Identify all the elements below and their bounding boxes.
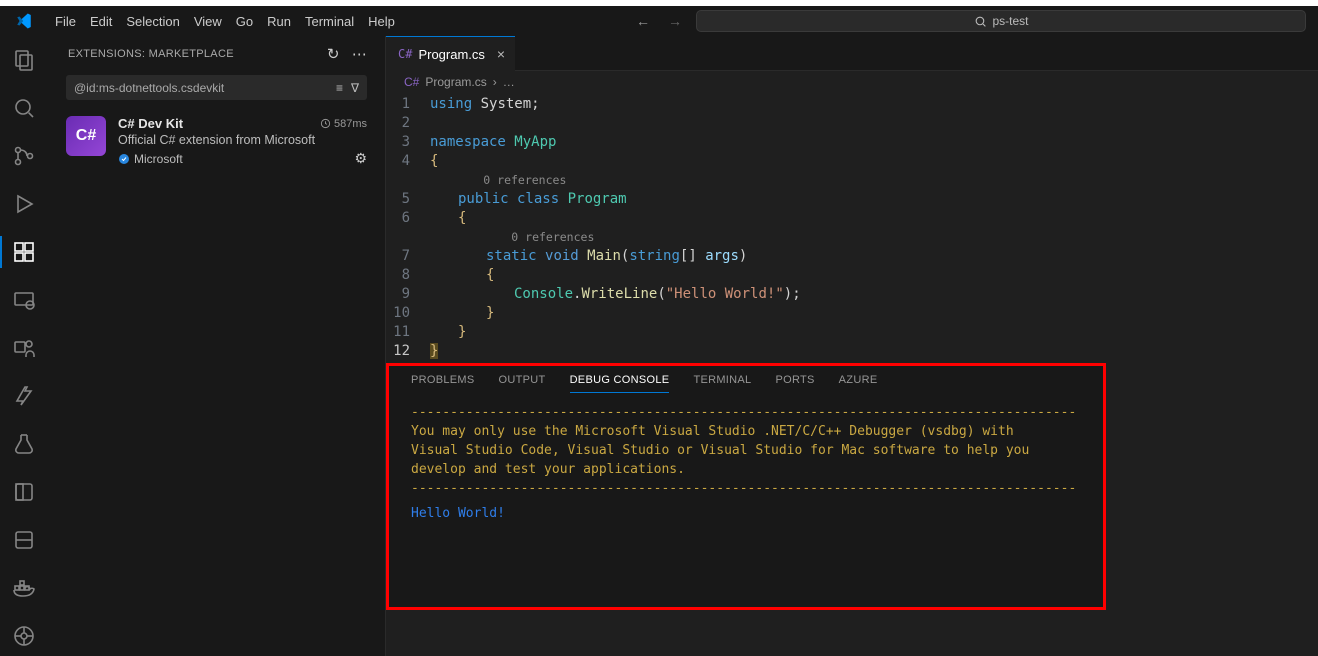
- search-icon: [974, 15, 987, 28]
- breadcrumb-more: …: [503, 75, 515, 89]
- activity-testing-icon[interactable]: [0, 428, 48, 460]
- menu-edit[interactable]: Edit: [83, 6, 119, 36]
- activity-teams-icon[interactable]: [0, 332, 48, 364]
- tab-label: Program.cs: [418, 47, 484, 62]
- panel-tab-debug-console[interactable]: DEBUG CONSOLE: [570, 374, 670, 393]
- panel-tab-terminal[interactable]: TERMINAL: [693, 374, 751, 393]
- codelens-references[interactable]: 0 references: [483, 173, 566, 187]
- activity-explorer-icon[interactable]: [0, 44, 48, 76]
- editor-group: C# Program.cs × C# Program.cs › … 1using…: [386, 36, 1318, 656]
- program-output-line: Hello World!: [411, 504, 1081, 523]
- more-icon[interactable]: ⋯: [352, 45, 367, 63]
- extension-activation-time: 587ms: [320, 118, 367, 130]
- panel-tabs: PROBLEMS OUTPUT DEBUG CONSOLE TERMINAL P…: [389, 366, 1103, 393]
- activity-docker-icon[interactable]: [0, 572, 48, 604]
- sidebar-extensions: EXTENSIONS: MARKETPLACE ↻ ⋯ @id:ms-dotne…: [48, 36, 386, 656]
- clear-search-icon[interactable]: ≡: [336, 81, 343, 95]
- menu-view[interactable]: View: [187, 6, 229, 36]
- activity-kubernetes-icon[interactable]: [0, 620, 48, 652]
- sidebar-title: EXTENSIONS: MARKETPLACE: [68, 48, 234, 60]
- vscode-logo-icon: [0, 12, 48, 30]
- extension-publisher: Microsoft: [134, 152, 183, 166]
- filter-icon[interactable]: ∇: [351, 81, 359, 95]
- extension-title: C# Dev Kit: [118, 116, 183, 131]
- panel-tab-ports[interactable]: PORTS: [775, 374, 814, 393]
- code-editor[interactable]: 1using System; 2 3namespace MyApp 4{ 0 r…: [386, 93, 1318, 361]
- menu-run[interactable]: Run: [260, 6, 298, 36]
- command-center-text: ps-test: [993, 14, 1029, 28]
- titlebar: File Edit Selection View Go Run Terminal…: [0, 6, 1318, 36]
- activity-source-control-icon[interactable]: [0, 140, 48, 172]
- activity-extensions-icon[interactable]: [0, 236, 48, 268]
- breadcrumb-file: Program.cs: [425, 75, 486, 89]
- activity-search-icon[interactable]: [0, 92, 48, 124]
- extensions-search-value: @id:ms-dotnettools.csdevkit: [74, 81, 224, 95]
- csharp-file-icon: C#: [404, 75, 419, 89]
- editor-tabs: C# Program.cs ×: [386, 36, 1318, 71]
- panel-tab-azure[interactable]: AZURE: [839, 374, 878, 393]
- menu-go[interactable]: Go: [229, 6, 260, 36]
- activity-remote-icon[interactable]: [0, 284, 48, 316]
- activity-run-debug-icon[interactable]: [0, 188, 48, 220]
- extension-icon: C#: [66, 116, 106, 156]
- panel-tab-problems[interactable]: PROBLEMS: [411, 374, 475, 393]
- menu-file[interactable]: File: [48, 6, 83, 36]
- bottom-panel: PROBLEMS OUTPUT DEBUG CONSOLE TERMINAL P…: [386, 363, 1106, 610]
- codelens-references[interactable]: 0 references: [511, 230, 594, 244]
- refresh-icon[interactable]: ↻: [327, 45, 340, 63]
- extensions-search-input[interactable]: @id:ms-dotnettools.csdevkit ≡ ∇: [66, 75, 367, 100]
- activity-ext1-icon[interactable]: [0, 476, 48, 508]
- debug-console-output[interactable]: ----------------------------------------…: [389, 393, 1103, 533]
- menu-help[interactable]: Help: [361, 6, 402, 36]
- command-center[interactable]: ps-test: [696, 10, 1306, 32]
- panel-tab-output[interactable]: OUTPUT: [499, 374, 546, 393]
- nav-arrows: ← →: [636, 13, 682, 29]
- activity-ext2-icon[interactable]: [0, 524, 48, 556]
- extension-item[interactable]: C# C# Dev Kit 587ms Official C# extensio…: [48, 110, 385, 173]
- menu-terminal[interactable]: Terminal: [298, 6, 361, 36]
- activity-bar: [0, 36, 48, 656]
- tab-close-icon[interactable]: ×: [497, 46, 505, 62]
- editor-tab-program[interactable]: C# Program.cs ×: [386, 36, 515, 71]
- breadcrumb[interactable]: C# Program.cs › …: [386, 71, 1318, 93]
- csharp-file-icon: C#: [398, 47, 412, 61]
- activity-azure-icon[interactable]: [0, 380, 48, 412]
- menu-selection[interactable]: Selection: [119, 6, 186, 36]
- extension-manage-gear-icon[interactable]: ⚙: [354, 150, 367, 167]
- extension-description: Official C# extension from Microsoft: [118, 133, 367, 147]
- nav-forward-icon[interactable]: →: [668, 13, 682, 29]
- verified-publisher-icon: [118, 153, 130, 165]
- breadcrumb-separator: ›: [493, 75, 497, 89]
- nav-back-icon[interactable]: ←: [636, 13, 650, 29]
